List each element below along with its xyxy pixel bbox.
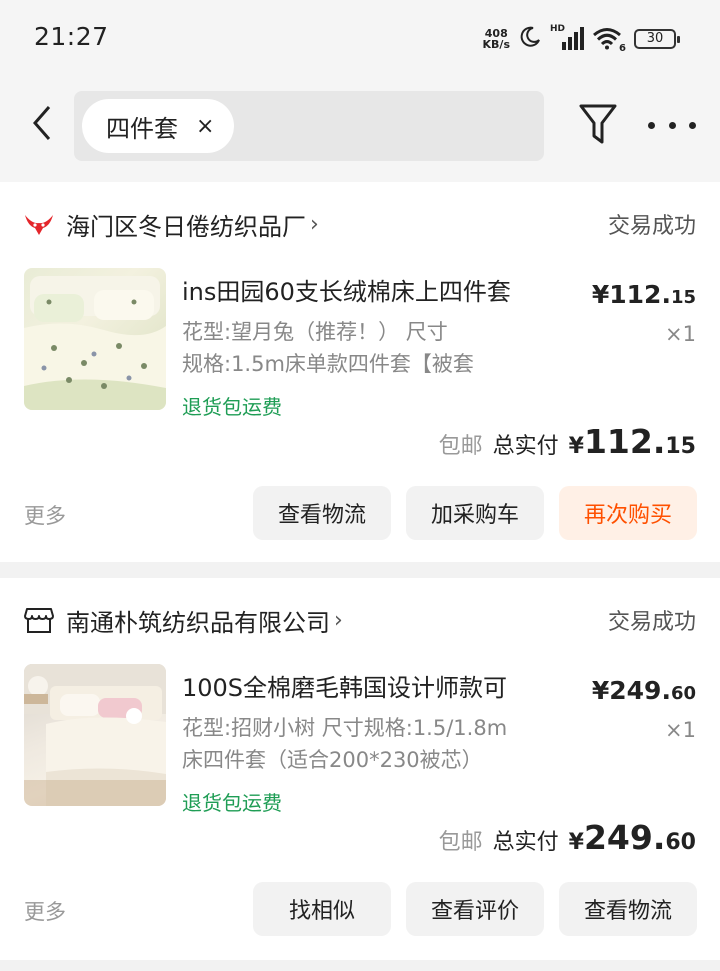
more-dot-icon bbox=[648, 121, 655, 129]
wifi-icon: 6 bbox=[592, 26, 626, 54]
more-link[interactable]: 更多 bbox=[24, 896, 66, 926]
currency-symbol: ¥ bbox=[568, 434, 584, 459]
buy-again-button[interactable]: 再次购买 bbox=[559, 486, 697, 540]
product-title[interactable]: ins田园60支长绒棉床上四件套 bbox=[182, 272, 511, 307]
more-dot-icon bbox=[689, 121, 696, 129]
top-bar: 四件套 × bbox=[0, 78, 720, 182]
view-logistics-button[interactable]: 查看物流 bbox=[559, 882, 697, 936]
product-thumbnail[interactable] bbox=[24, 268, 166, 410]
free-shipping-label: 包邮 bbox=[438, 830, 483, 855]
store-row[interactable]: 海门区冬日倦纺织品厂 › 交易成功 bbox=[24, 202, 696, 246]
unit-price-main: ¥112. bbox=[591, 280, 671, 309]
total-main: 249. bbox=[583, 818, 666, 857]
refund-shipping-tag: 退货包运费 bbox=[182, 395, 282, 419]
network-speed: 408 KB/s bbox=[483, 28, 510, 50]
store-name: 海门区冬日倦纺织品厂 bbox=[66, 212, 306, 241]
view-review-button[interactable]: 查看评价 bbox=[406, 882, 544, 936]
store-name: 南通朴筑纺织品有限公司 bbox=[66, 608, 330, 637]
product-spec-line: 花型:招财小树 尺寸规格:1.5/1.8m bbox=[182, 716, 508, 740]
back-button[interactable] bbox=[22, 100, 62, 150]
filter-button[interactable] bbox=[578, 102, 620, 150]
refund-shipping-tag: 退货包运费 bbox=[182, 791, 282, 815]
unit-price-cents: 15 bbox=[670, 287, 696, 308]
search-keyword: 四件套 bbox=[106, 114, 178, 143]
quantity: ×1 bbox=[665, 718, 696, 742]
search-keyword-chip[interactable]: 四件套 × bbox=[82, 99, 235, 153]
total-row: 包邮 总实付 ¥249.60 bbox=[439, 818, 696, 857]
product-spec-line: 花型:望月兔（推荐！） 尺寸 bbox=[182, 320, 448, 344]
total-paid-amount: ¥249.60 bbox=[569, 818, 696, 857]
battery-indicator: 30 bbox=[634, 29, 680, 49]
product-title[interactable]: 100S全棉磨毛韩国设计师款可 bbox=[182, 668, 507, 703]
more-dot-icon bbox=[668, 121, 676, 129]
quantity: ×1 bbox=[665, 322, 696, 346]
network-speed-unit: KB/s bbox=[482, 38, 510, 51]
status-bar: 21:27 408 KB/s HD 6 30 bbox=[0, 0, 720, 78]
total-paid-label: 总实付 bbox=[492, 434, 559, 459]
total-paid-amount: ¥112.15 bbox=[569, 422, 696, 461]
total-cents: 60 bbox=[665, 830, 696, 855]
moon-icon bbox=[518, 25, 542, 53]
total-main: 112. bbox=[583, 422, 666, 461]
product-spec-line: 规格:1.5m床单款四件套【被套 bbox=[182, 352, 474, 376]
chevron-right-icon: › bbox=[310, 211, 319, 237]
product-spec-line: 床四件套（适合200*230被芯） bbox=[182, 748, 483, 772]
total-row: 包邮 总实付 ¥112.15 bbox=[439, 422, 696, 461]
search-box[interactable]: 四件套 × bbox=[74, 91, 544, 161]
total-paid-label: 总实付 bbox=[492, 830, 559, 855]
order-card[interactable]: 南通朴筑纺织品有限公司 › 交易成功 100S全棉磨毛韩国设计师款可 花型:招财… bbox=[0, 578, 720, 960]
filter-icon bbox=[578, 104, 618, 152]
unit-price-cents: 60 bbox=[670, 683, 696, 704]
find-similar-button[interactable]: 找相似 bbox=[253, 882, 391, 936]
back-arrow-icon bbox=[31, 105, 53, 145]
product-thumbnail[interactable] bbox=[24, 664, 166, 806]
currency-symbol: ¥ bbox=[568, 830, 584, 855]
unit-price: ¥249.60 bbox=[592, 676, 696, 705]
wifi-label: 6 bbox=[619, 43, 626, 54]
unit-price: ¥112.15 bbox=[592, 280, 696, 309]
add-to-purchase-cart-button[interactable]: 加采购车 bbox=[406, 486, 544, 540]
status-time: 21:27 bbox=[34, 22, 109, 51]
status-icons: 408 KB/s HD 6 30 bbox=[483, 24, 680, 54]
more-link[interactable]: 更多 bbox=[24, 500, 66, 530]
free-shipping-label: 包邮 bbox=[438, 434, 483, 459]
unit-price-main: ¥249. bbox=[591, 676, 671, 705]
signal-icon: HD bbox=[550, 24, 584, 52]
bull-logo-icon bbox=[24, 209, 54, 239]
chevron-right-icon: › bbox=[334, 607, 343, 633]
order-status: 交易成功 bbox=[607, 214, 696, 239]
chip-close-icon[interactable]: × bbox=[196, 114, 214, 139]
more-options-button[interactable] bbox=[648, 110, 696, 140]
store-row[interactable]: 南通朴筑纺织品有限公司 › 交易成功 bbox=[24, 598, 696, 642]
order-card[interactable]: 海门区冬日倦纺织品厂 › 交易成功 ins田园60支长绒棉床上四件套 花型:望月… bbox=[0, 182, 720, 562]
total-cents: 15 bbox=[665, 434, 696, 459]
view-logistics-button[interactable]: 查看物流 bbox=[253, 486, 391, 540]
order-status: 交易成功 bbox=[607, 610, 696, 635]
shop-icon bbox=[24, 605, 54, 635]
